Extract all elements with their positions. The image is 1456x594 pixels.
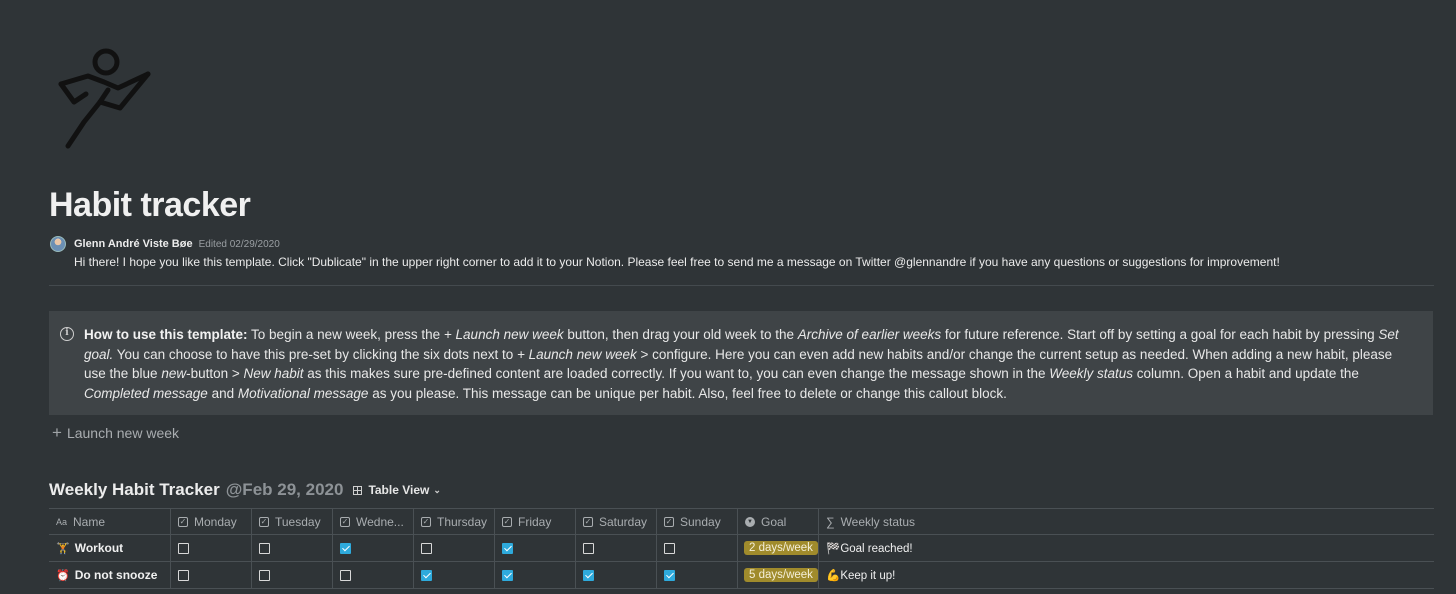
column-label: Wedne... (356, 514, 404, 529)
column-label: Friday (518, 514, 552, 529)
chevron-down-icon: ⌄ (433, 484, 441, 495)
column-label: Monday (194, 514, 237, 529)
day-cell (495, 535, 576, 561)
intro-text: Hi there! I hope you like this template.… (74, 255, 1280, 269)
column-label: Tuesday (275, 514, 321, 529)
launch-new-week-button[interactable]: + Launch new week (52, 423, 180, 442)
day-cell (252, 562, 333, 588)
day-checkbox[interactable] (259, 569, 270, 581)
day-cell (495, 562, 576, 588)
checkbox-property-icon: ✓ (259, 516, 269, 527)
checkbox-property-icon: ✓ (583, 516, 593, 527)
column-label: Saturday (599, 514, 648, 529)
habit-emoji-icon: 🏋️ (56, 542, 70, 555)
database-header: Weekly Habit Tracker @Feb 29, 2020 Table… (49, 479, 441, 501)
day-checkbox[interactable] (502, 569, 513, 581)
column-header-day-5[interactable]: ✓ Friday (495, 509, 576, 534)
goal-badge: 5 days/week (744, 568, 818, 582)
column-label: Sunday (680, 514, 721, 529)
day-checkbox[interactable] (340, 542, 351, 554)
database-title[interactable]: Weekly Habit Tracker (49, 480, 220, 500)
view-label: Table View (368, 483, 430, 497)
day-checkbox[interactable] (664, 569, 675, 581)
day-checkbox[interactable] (502, 542, 513, 554)
habit-name-cell[interactable]: 🏋️ Workout (49, 535, 171, 561)
column-label: Goal (761, 514, 787, 529)
text-property-icon: Aa (56, 516, 68, 527)
weekly-status-cell: 🏁Goal reached! (819, 535, 1434, 561)
column-header-day-1[interactable]: ✓ Monday (171, 509, 252, 534)
table-header-row: Aa Name ✓ Monday ✓ Tuesday ✓ Wedne... ✓ Thursday ✓… (49, 508, 1434, 535)
column-header-day-7[interactable]: ✓ Sunday (657, 509, 738, 534)
column-header-day-6[interactable]: ✓ Saturday (576, 509, 657, 534)
day-cell (657, 562, 738, 588)
kick-person-icon (58, 48, 151, 149)
divider (49, 285, 1434, 286)
goal-cell[interactable]: 2 days/week (738, 535, 819, 561)
column-label: Weekly status (840, 514, 916, 529)
checkbox-property-icon: ✓ (340, 516, 350, 527)
day-cell (333, 562, 414, 588)
day-cell (252, 535, 333, 561)
select-property-icon: ▼ (745, 516, 755, 527)
column-header-name[interactable]: Aa Name (49, 509, 171, 534)
day-checkbox[interactable] (178, 569, 189, 581)
goal-cell[interactable]: 5 days/week (738, 562, 819, 588)
day-cell (576, 562, 657, 588)
callout-text: How to use this template: To begin a new… (84, 327, 1399, 401)
weekly-status-text: 💪Keep it up! (826, 570, 896, 582)
day-checkbox[interactable] (178, 542, 189, 554)
habit-name: Do not snooze (74, 568, 158, 582)
edited-timestamp: Edited 02/29/2020 (198, 238, 280, 250)
table-row[interactable]: 🏋️ Workout 2 days/week 🏁Goal reached! (49, 535, 1434, 562)
checkbox-property-icon: ✓ (664, 516, 674, 527)
day-cell (171, 562, 252, 588)
column-label: Name (73, 514, 106, 529)
page-title: Habit tracker (49, 186, 251, 224)
day-cell (333, 535, 414, 561)
author-row: Glenn André Viste Bøe Edited 02/29/2020 (50, 236, 280, 252)
habit-name: Workout (74, 541, 124, 555)
day-cell (414, 535, 495, 561)
day-checkbox[interactable] (421, 569, 432, 581)
day-checkbox[interactable] (340, 569, 351, 581)
checkbox-property-icon: ✓ (178, 516, 188, 527)
column-header-goal[interactable]: ▼ Goal (738, 509, 819, 534)
habit-name-cell[interactable]: ⏰ Do not snooze (49, 562, 171, 588)
launch-label: Launch new week (66, 425, 180, 441)
callout-block[interactable]: i How to use this template: To begin a n… (49, 311, 1433, 415)
habit-emoji-icon: ⏰ (56, 569, 70, 582)
day-cell (414, 562, 495, 588)
habit-table: Aa Name ✓ Monday ✓ Tuesday ✓ Wedne... ✓ Thursday ✓… (49, 508, 1434, 589)
checkbox-property-icon: ✓ (421, 516, 431, 527)
day-checkbox[interactable] (664, 542, 675, 554)
column-header-day-2[interactable]: ✓ Tuesday (252, 509, 333, 534)
column-header-day-4[interactable]: ✓ Thursday (414, 509, 495, 534)
weekly-status-cell: 💪Keep it up! (819, 562, 1434, 588)
column-header-day-3[interactable]: ✓ Wedne... (333, 509, 414, 534)
info-icon: i (60, 327, 74, 341)
column-label: Thursday (437, 514, 488, 529)
day-checkbox[interactable] (583, 542, 594, 554)
goal-badge: 2 days/week (744, 541, 818, 555)
day-checkbox[interactable] (259, 542, 270, 554)
weekly-status-text: 🏁Goal reached! (826, 543, 913, 555)
day-cell (657, 535, 738, 561)
checkbox-property-icon: ✓ (502, 516, 512, 527)
day-cell (171, 535, 252, 561)
column-header-weekly-status[interactable]: ∑ Weekly status (819, 509, 1434, 534)
avatar[interactable] (50, 236, 66, 252)
formula-property-icon: ∑ (826, 514, 835, 529)
table-icon (353, 485, 363, 495)
plus-icon: + (52, 423, 62, 442)
table-row[interactable]: ⏰ Do not snooze 5 days/week 💪Keep it up! (49, 562, 1434, 589)
database-date-mention[interactable]: @Feb 29, 2020 (226, 480, 344, 500)
day-checkbox[interactable] (583, 569, 594, 581)
day-checkbox[interactable] (421, 542, 432, 554)
view-switcher[interactable]: Table View ⌄ (353, 483, 441, 497)
author-name[interactable]: Glenn André Viste Bøe (74, 238, 193, 250)
day-cell (576, 535, 657, 561)
